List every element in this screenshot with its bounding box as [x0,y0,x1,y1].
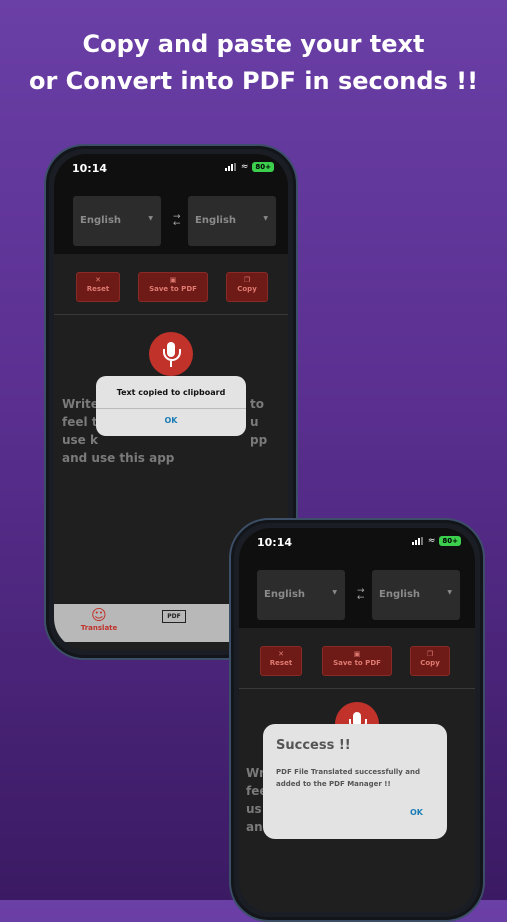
tab-translate[interactable]: ☺ Translate [74,606,124,632]
source-language-label: English [264,589,306,600]
target-language-select[interactable]: English ▼ [372,570,460,620]
reset-button[interactable]: ✕ Reset [76,272,120,302]
close-icon: ✕ [278,650,284,658]
input-text-fragment: u [250,415,259,429]
status-icons: ≈ 80+ [224,162,274,172]
success-ok-button[interactable]: OK [410,808,423,817]
copy-icon: ❐ [426,650,434,658]
status-time: 10:14 [72,162,108,175]
tab-translate-label: Translate [80,624,118,632]
target-language-select[interactable]: English ▼ [188,196,276,246]
source-language-select[interactable]: English ▼ [257,570,345,620]
headline: Copy and paste your text or Convert into… [0,26,507,100]
copy-icon: ❐ [243,276,251,284]
toolbar: ✕ Reset ▣ Save to PDF ❐ Copy [239,628,475,689]
alert-title: Text copied to clipboard [96,376,246,409]
battery-icon: 80+ [252,162,274,172]
target-language-label: English [379,589,421,600]
microphone-button[interactable] [149,332,193,376]
input-text-line: and use this app [62,451,175,465]
wifi-icon: ≈ [240,162,249,172]
alert-ok-button[interactable]: OK [96,409,246,425]
headline-line-1: Copy and paste your text [82,30,425,58]
status-time: 10:14 [257,536,293,549]
input-text-fragment: to [250,397,264,411]
tab-pdf[interactable]: PDF [162,610,186,623]
headline-line-2: or Convert into PDF in seconds !! [28,67,479,95]
signal-icon [411,537,424,545]
copy-label: Copy [420,659,440,667]
source-language-label: English [80,215,122,226]
save-to-pdf-label: Save to PDF [333,659,381,667]
reset-label: Reset [269,659,293,667]
status-bar: 10:14 ≈ 80+ [239,528,475,568]
source-language-select[interactable]: English ▼ [73,196,161,246]
success-message: PDF File Translated successfully and add… [276,768,420,788]
copy-label: Copy [237,285,257,293]
language-row: English ▼ → ← English ▼ [239,568,475,628]
close-icon: ✕ [95,276,101,284]
success-dialog: Success !! PDF File Translated successfu… [263,724,447,839]
save-to-pdf-button[interactable]: ▣ Save to PDF [322,646,392,676]
swap-languages-icon[interactable]: → ← [357,587,365,603]
chevron-down-icon: ▼ [447,589,452,596]
input-text-fragment: pp [250,433,268,447]
reset-button[interactable]: ✕ Reset [260,646,302,676]
copy-button[interactable]: ❐ Copy [226,272,268,302]
save-icon: ▣ [169,276,177,284]
chevron-down-icon: ▼ [332,589,337,596]
status-bar: 10:14 ≈ 80+ [54,154,288,194]
phone-2-screen: 10:14 ≈ 80+ English ▼ → ← English ▼ ✕ Res… [239,528,475,912]
microphone-icon-stem [170,361,172,367]
chevron-down-icon: ▼ [263,215,268,222]
save-icon: ▣ [353,650,361,658]
save-to-pdf-button[interactable]: ▣ Save to PDF [138,272,208,302]
toolbar: ✕ Reset ▣ Save to PDF ❐ Copy [54,254,288,315]
language-row: English ▼ → ← English ▼ [54,194,288,254]
phone-2: 10:14 ≈ 80+ English ▼ → ← English ▼ ✕ Res… [229,518,485,922]
chevron-down-icon: ▼ [148,215,153,222]
target-language-label: English [195,215,237,226]
success-title: Success !! [276,738,351,753]
microphone-icon-arc [163,349,181,361]
copy-button[interactable]: ❐ Copy [410,646,450,676]
input-text-right: to u pp [250,395,267,449]
swap-languages-icon[interactable]: → ← [173,213,181,229]
copied-alert: Text copied to clipboard OK [96,376,246,436]
signal-icon [224,163,237,171]
save-to-pdf-label: Save to PDF [149,285,197,293]
wifi-icon: ≈ [427,536,436,546]
status-icons: ≈ 80+ [411,536,461,546]
reset-label: Reset [86,285,110,293]
battery-icon: 80+ [439,536,461,546]
pdf-icon: PDF [162,610,186,623]
translate-icon: ☺ [91,606,107,624]
